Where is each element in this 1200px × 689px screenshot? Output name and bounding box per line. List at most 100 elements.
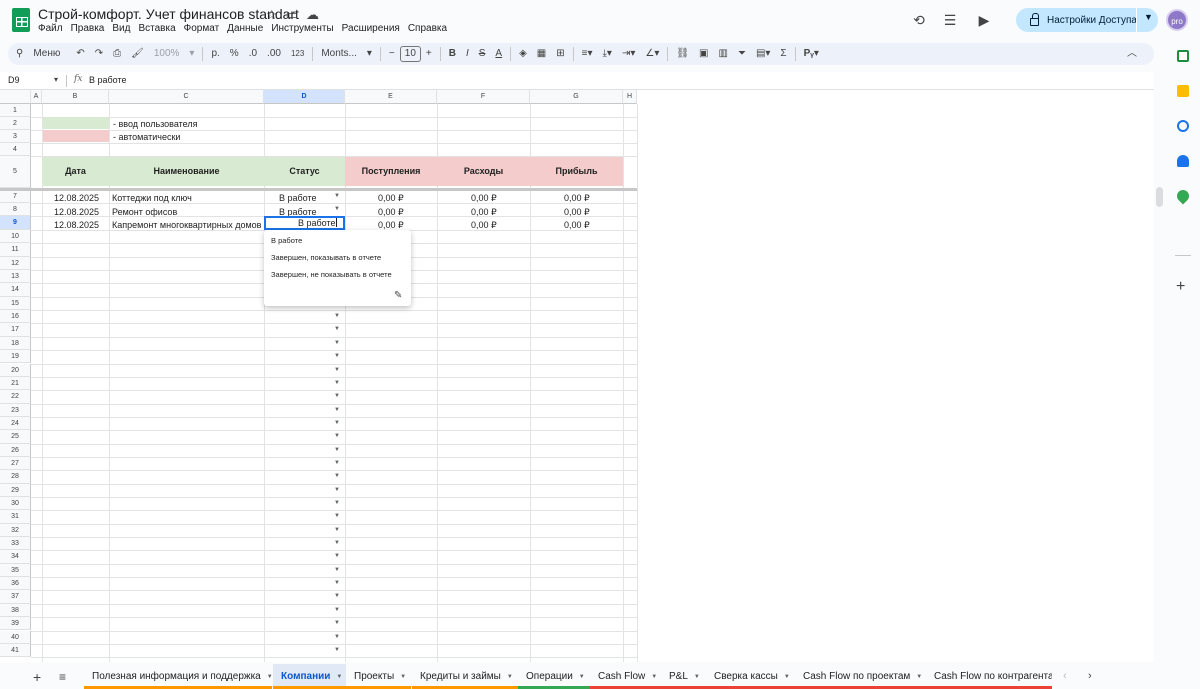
text-rotation-icon[interactable]: ∠▾ (640, 43, 664, 65)
dropdown-option-in-progress[interactable]: В работе (271, 236, 302, 245)
row-header[interactable]: 5 (0, 156, 31, 188)
row-header[interactable]: 1 (0, 104, 31, 117)
bold-button[interactable]: B (444, 43, 461, 65)
strikethrough-button[interactable]: S (474, 43, 491, 65)
add-sheet-icon[interactable]: + (33, 669, 41, 685)
dropdown-chevron-icon[interactable]: ▼ (334, 447, 340, 453)
sheet-grid[interactable]: A B C D E F G H 1 2 3 4 5 7 8 9 10 11 12 13 14 15 16 17… (0, 90, 1154, 662)
row-header[interactable]: 25 (0, 430, 31, 444)
search-menus-label[interactable]: Меню (28, 43, 65, 65)
active-cell-editor[interactable]: В работе (264, 216, 345, 230)
currency-format-button[interactable]: р. (206, 43, 224, 65)
menu-help[interactable]: Справка (408, 23, 447, 34)
dropdown-chevron-icon[interactable]: ▼ (334, 580, 340, 586)
italic-button[interactable]: I (461, 43, 474, 65)
row-header[interactable]: 13 (0, 270, 31, 284)
print-icon[interactable]: ⎙ (108, 43, 126, 65)
row-header[interactable]: 28 (0, 470, 31, 484)
link-icon[interactable]: ⛓ (671, 43, 694, 65)
sheet-tab[interactable]: P&L ▼ (661, 664, 706, 689)
cell-profit[interactable]: 0,00 ₽ (564, 207, 590, 218)
cell-profit[interactable]: 0,00 ₽ (564, 220, 590, 231)
cell-income[interactable]: 0,00 ₽ (378, 193, 404, 204)
sheet-tab[interactable]: Кредиты и займы ▼ (412, 664, 518, 689)
chevron-down-icon[interactable]: ▼ (1144, 12, 1153, 22)
paint-format-icon[interactable]: 🖌 (126, 43, 149, 65)
font-size-increase-icon[interactable]: + (421, 43, 437, 65)
zoom-chevron-icon[interactable]: ▾ (184, 43, 199, 65)
comments-icon[interactable]: ☰ (940, 10, 960, 30)
dropdown-chevron-icon[interactable]: ▼ (334, 380, 340, 386)
row-header[interactable]: 19 (0, 350, 31, 364)
header-profit[interactable]: Прибыль (530, 157, 623, 186)
search-menu-icon[interactable]: ⚲ (8, 43, 28, 65)
row-header[interactable]: 40 (0, 630, 31, 644)
header-date[interactable]: Дата (42, 157, 109, 186)
row-header[interactable]: 27 (0, 456, 31, 471)
dropdown-chevron-icon[interactable]: ▼ (334, 634, 340, 640)
chevron-down-icon[interactable]: ▼ (916, 674, 922, 680)
avatar[interactable]: pro (1166, 9, 1188, 31)
column-header-d[interactable]: D (264, 90, 345, 104)
dropdown-chevron-icon[interactable]: ▼ (334, 647, 340, 653)
cell-profit[interactable]: 0,00 ₽ (564, 193, 590, 204)
row-header[interactable]: 35 (0, 563, 31, 578)
row-header[interactable]: 7 (0, 190, 31, 203)
row-header[interactable]: 21 (0, 376, 31, 391)
sheet-tab-active[interactable]: Компании ▼ (273, 664, 346, 689)
chevron-down-icon[interactable]: ▼ (784, 674, 790, 680)
sheets-logo-icon[interactable] (12, 8, 30, 32)
menu-edit[interactable]: Правка (71, 23, 105, 34)
menu-file[interactable]: Файл (38, 23, 63, 34)
column-header-a[interactable]: A (31, 90, 42, 104)
history-icon[interactable]: ⟲ (909, 10, 929, 30)
row-header[interactable]: 30 (0, 497, 31, 511)
increase-decimal-button[interactable]: .00 (262, 43, 286, 65)
row-header[interactable]: 39 (0, 617, 31, 631)
scroll-tabs-right-icon[interactable]: › (1088, 670, 1092, 682)
chart-icon[interactable]: ▥ (714, 43, 733, 65)
doc-title[interactable]: Строй-комфорт. Учет финансов standart (38, 6, 299, 22)
chevron-down-icon[interactable]: ▼ (336, 674, 342, 680)
keep-icon[interactable] (1177, 85, 1189, 97)
row-header[interactable]: 31 (0, 510, 31, 524)
cell-date[interactable]: 12.08.2025 (54, 193, 99, 203)
menu-data[interactable]: Данные (227, 23, 263, 34)
column-header-e[interactable]: E (345, 90, 437, 104)
row-header[interactable]: 24 (0, 416, 31, 431)
dropdown-option-done-show[interactable]: Завершен, показывать в отчете (271, 253, 381, 262)
contacts-icon[interactable] (1177, 155, 1189, 167)
row-header[interactable]: 11 (0, 243, 31, 257)
font-chevron-icon[interactable]: ▾ (362, 43, 377, 65)
row-header[interactable]: 37 (0, 590, 31, 604)
percent-format-button[interactable]: % (225, 43, 244, 65)
row-header[interactable]: 4 (0, 143, 31, 156)
calendar-icon[interactable] (1177, 50, 1189, 62)
column-header-b[interactable]: B (42, 90, 109, 104)
sheet-tab[interactable]: Полезная информация и поддержка ▼ (84, 664, 273, 689)
cell-name[interactable]: Капремонт многоквартирных домов (112, 220, 264, 230)
decrease-decimal-button[interactable]: .0 (244, 43, 262, 65)
dropdown-chevron-icon[interactable]: ▼ (334, 593, 340, 599)
add-addon-icon[interactable]: + (1176, 278, 1185, 296)
share-button[interactable]: Настройки Доступа ▼ (1016, 8, 1158, 32)
row-header[interactable]: 38 (0, 603, 31, 618)
scroll-tabs-left-icon[interactable]: ‹ (1063, 670, 1067, 682)
cell-income[interactable]: 0,00 ₽ (378, 207, 404, 218)
cell-expense[interactable]: 0,00 ₽ (471, 220, 497, 231)
cloud-status-icon[interactable]: ☁ (306, 7, 319, 23)
row-header[interactable]: 32 (0, 523, 31, 538)
menu-view[interactable]: Вид (112, 23, 130, 34)
star-icon[interactable]: ☆ (266, 7, 278, 23)
row-header[interactable]: 2 (0, 117, 31, 130)
dropdown-chevron-icon[interactable]: ▼ (334, 620, 340, 626)
undo-icon[interactable]: ↶ (71, 43, 89, 65)
borders-icon[interactable]: ▦ (532, 43, 551, 65)
row-header[interactable]: 9 (0, 216, 31, 230)
row-header[interactable]: 41 (0, 643, 31, 658)
all-sheets-icon[interactable]: ≡ (59, 670, 66, 684)
font-size-input[interactable]: 10 (399, 46, 421, 62)
row-header[interactable]: 18 (0, 336, 31, 351)
dropdown-chevron-icon[interactable]: ▼ (334, 513, 340, 519)
fill-color-icon[interactable]: ◈ (514, 43, 532, 65)
